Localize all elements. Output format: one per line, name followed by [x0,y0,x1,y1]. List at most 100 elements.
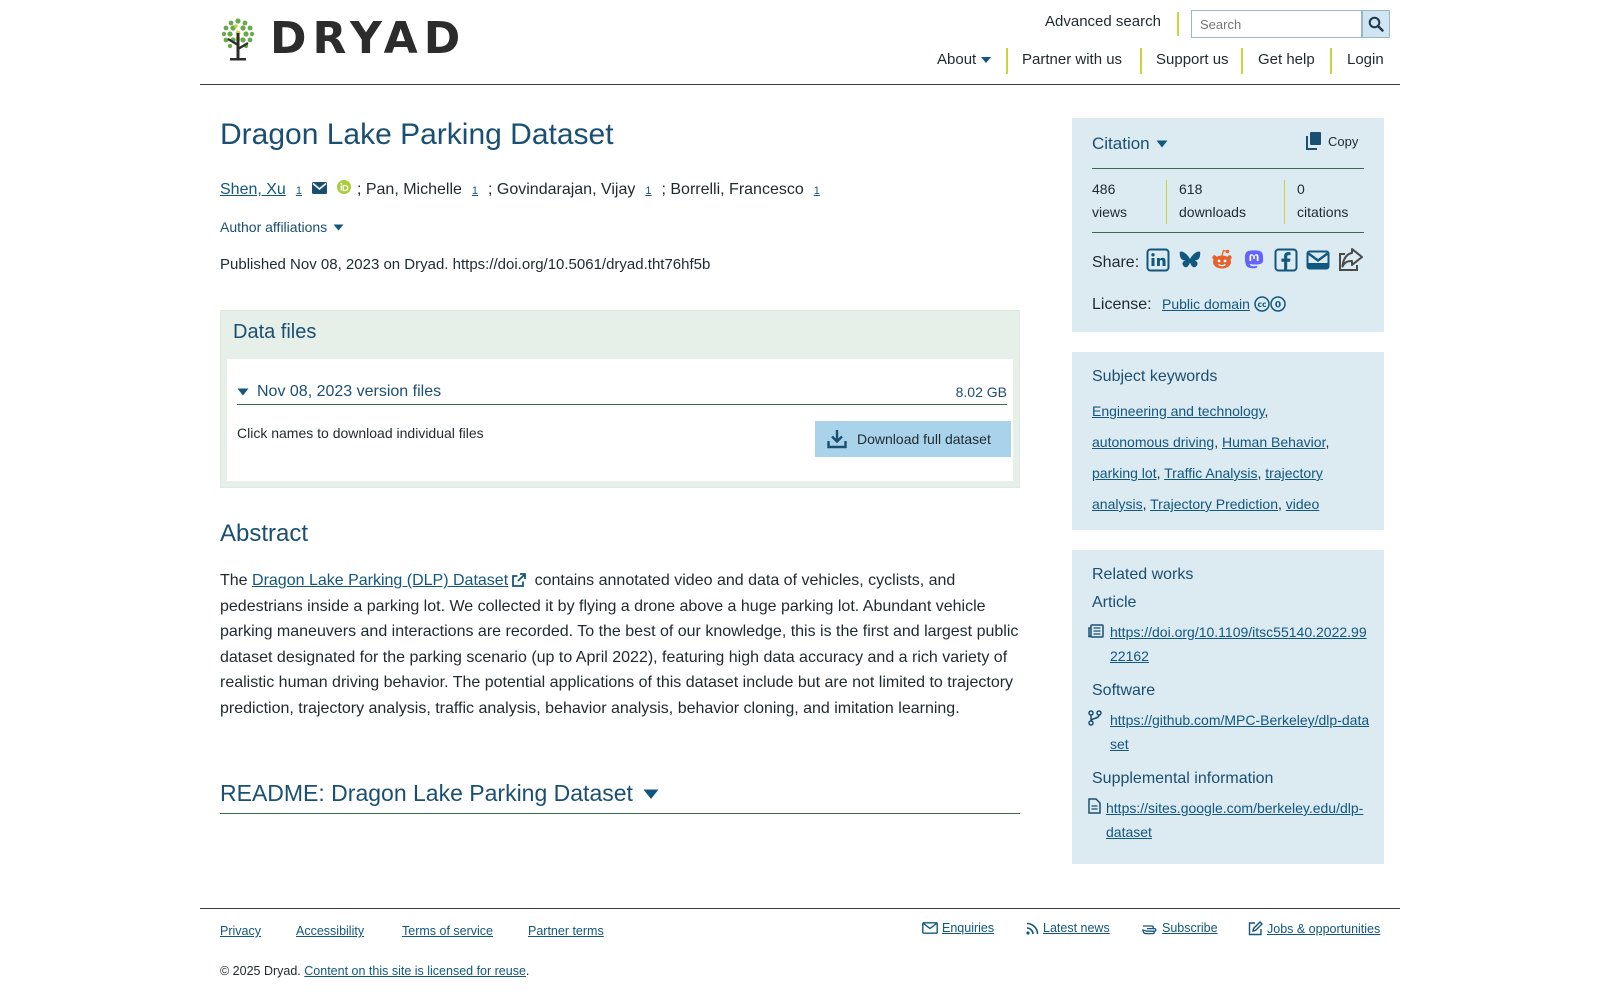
dlp-dataset-link[interactable]: Dragon Lake Parking (DLP) Dataset [252,572,508,589]
license-link[interactable]: Public domain cc 0 [1162,296,1286,312]
nav-partner[interactable]: Partner with us [1022,51,1122,68]
rss-icon [1026,922,1039,935]
downloads-label: downloads [1179,204,1246,220]
version-size: 8.02 GB [955,383,1007,400]
views-label: views [1092,204,1128,220]
data-files-body: Nov 08, 2023 version files 8.02 GB Click… [227,359,1013,481]
related-works-panel: Related works Article https://doi.org/10… [1072,550,1384,864]
download-full-dataset-button[interactable]: Download full dataset [815,421,1011,457]
nav-support[interactable]: Support us [1156,51,1229,68]
license-value[interactable]: Public domain [1162,296,1250,312]
data-files-panel: Data files Nov 08, 2023 version files 8.… [220,310,1020,488]
nav-help[interactable]: Get help [1258,51,1315,68]
citations-stat: 0 citations [1297,178,1348,224]
footer-jobs[interactable]: Jobs & opportunities [1248,921,1380,936]
license-reuse-link[interactable]: Content on this site is licensed for reu… [304,964,526,978]
search-input[interactable] [1191,10,1362,38]
divider [1140,48,1142,74]
version-label: Nov 08, 2023 version files [257,382,442,400]
email-icon[interactable] [311,182,327,194]
supplemental-link[interactable]: https://sites.google.com/berkeley.edu/dl… [1106,796,1366,844]
footer-terms-link[interactable]: Terms of service [402,924,493,938]
citation-toggle[interactable]: Citation [1092,134,1168,154]
copy-icon [1306,132,1322,150]
readme-toggle[interactable]: README: Dragon Lake Parking Dataset [220,780,1020,814]
citations-count: 0 [1297,181,1305,197]
caret-down-icon [643,789,659,800]
keyword-link[interactable]: Human Behavior [1222,434,1326,450]
author-name[interactable]: Shen, Xu [220,181,286,199]
data-files-heading: Data files [233,321,317,343]
caret-down-icon [1156,140,1168,148]
footer-divider [200,908,1400,909]
code-branch-icon [1088,710,1102,726]
author-affiliations-label: Author affiliations [220,219,328,235]
keyword-link[interactable]: autonomous driving [1092,434,1214,450]
document-icon [1088,798,1101,814]
caret-down-icon [333,224,344,231]
views-stat: 486 views [1092,178,1127,224]
divider [1092,168,1364,169]
author-name: ; Borrelli, Francesco [661,181,804,198]
download-full-dataset-label: Download full dataset [857,431,991,447]
affiliation-marker[interactable]: 1 [296,185,302,197]
dryad-logo[interactable]: DRYAD [220,16,475,62]
facebook-icon[interactable] [1274,248,1298,272]
header-divider [200,84,1400,85]
author-name: ; Govindarajan, Vijay [488,181,636,198]
downloads-stat: 618 downloads [1179,178,1246,224]
footer-jobs-link[interactable]: Jobs & opportunities [1267,922,1380,936]
divider [1177,12,1179,36]
footer-accessibility-link[interactable]: Accessibility [296,924,364,938]
software-link[interactable]: https://github.com/MPC-Berkeley/dlp-data… [1110,708,1370,756]
share-external-icon[interactable] [1338,248,1364,272]
search-button[interactable] [1362,10,1390,38]
copy-label: Copy [1328,133,1359,149]
keyword-link[interactable]: video [1286,496,1319,512]
footer-news-link[interactable]: Latest news [1043,921,1110,935]
download-instructions: Click names to download individual files [237,425,484,441]
abstract-heading: Abstract [220,520,309,547]
footer-subscribe-link[interactable]: Subscribe [1162,921,1218,935]
copyright: © 2025 Dryad. Content on this site is li… [220,964,529,978]
divider [1284,180,1285,224]
keywords-heading: Subject keywords [1092,368,1218,385]
footer-enquiries-link[interactable]: Enquiries [942,921,994,935]
reddit-icon[interactable] [1210,248,1234,272]
share-buttons [1146,248,1364,272]
keyword-list: Engineering and technology, autonomous d… [1092,403,1330,512]
nav-about[interactable]: About [937,51,992,68]
advanced-search-link[interactable]: Advanced search [1045,13,1161,30]
linkedin-icon[interactable] [1146,248,1170,272]
keyword-link[interactable]: Traffic Analysis [1164,465,1257,481]
footer-news[interactable]: Latest news [1026,921,1110,935]
affiliation-marker[interactable]: 1 [472,185,478,197]
abstract-pre: The [220,572,253,589]
citations-label: citations [1297,204,1349,220]
article-icon [1088,624,1104,638]
keyword-link[interactable]: Engineering and technology [1092,403,1265,419]
envelope-icon [922,922,938,934]
keyword-link[interactable]: parking lot [1092,465,1157,481]
footer-partner-terms-link[interactable]: Partner terms [528,924,604,938]
download-icon [827,429,847,449]
email-share-icon[interactable] [1306,248,1330,272]
keyword-link[interactable]: Trajectory Prediction [1150,496,1278,512]
footer-subscribe[interactable]: Subscribe [1142,921,1218,935]
nav-login[interactable]: Login [1347,51,1384,68]
article-link[interactable]: https://doi.org/10.1109/itsc55140.2022.9… [1110,620,1370,668]
footer-privacy-link[interactable]: Privacy [220,924,261,938]
footer-enquiries[interactable]: Enquiries [922,921,994,935]
author-list: Shen, Xu 1 ; Pan, Michelle 1 ; Govindara… [220,180,830,199]
license-label: License: [1092,296,1152,313]
affiliation-marker[interactable]: 1 [814,185,820,197]
orcid-icon[interactable] [336,180,351,194]
version-toggle[interactable]: Nov 08, 2023 version files [237,383,441,401]
copy-citation-button[interactable]: Copy [1306,132,1358,150]
bluesky-icon[interactable] [1178,248,1202,272]
version-row[interactable]: Nov 08, 2023 version files 8.02 GB [237,379,1007,405]
author-affiliations-toggle[interactable]: Author affiliations [220,219,344,235]
mastodon-icon[interactable] [1242,248,1266,272]
tree-logo-icon [220,17,256,61]
affiliation-marker[interactable]: 1 [645,185,651,197]
